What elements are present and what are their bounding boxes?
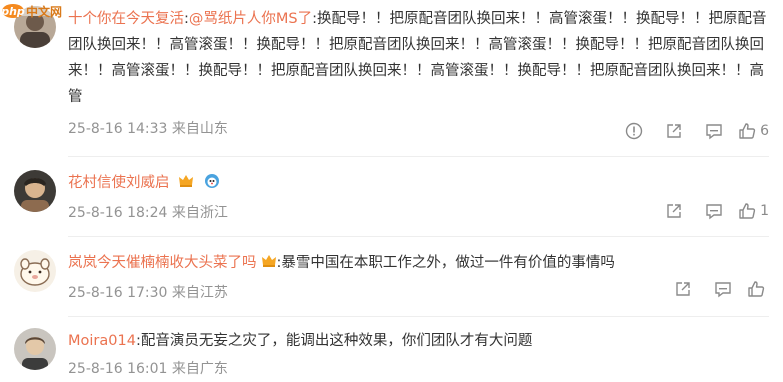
watermark-logo: php	[1, 4, 25, 18]
report-icon[interactable]	[614, 120, 654, 142]
comment-text: 十个你在今天复活:@骂纸片人你MS了:换配导！！把原配音团队换回来！！高管滚蛋！…	[68, 11, 767, 105]
comment-location: 来自江苏	[171, 285, 228, 301]
like-button[interactable]: 1	[734, 200, 769, 222]
comment-username[interactable]: Moira014	[68, 333, 136, 349]
avatar[interactable]	[14, 170, 56, 212]
share-icon[interactable]	[663, 278, 703, 300]
divider	[68, 316, 769, 317]
divider	[68, 156, 769, 157]
comment-item: Moira014:配音演员无妄之灾了，能调出这种效果，你们团队才有大问题 25-…	[0, 326, 783, 380]
comment-actions	[663, 278, 769, 300]
comment-item: 十个你在今天复活:@骂纸片人你MS了:换配导！！把原配音团队换回来！！高管滚蛋！…	[0, 0, 783, 150]
like-count: 1	[760, 203, 769, 219]
avatar[interactable]	[14, 250, 56, 292]
like-button[interactable]: 6	[734, 120, 769, 142]
crown-badge-icon	[261, 252, 277, 268]
comment-actions: 1	[654, 200, 769, 222]
comment-username[interactable]: 岚岚今天催楠楠收大头菜了吗	[68, 255, 257, 271]
divider	[68, 236, 769, 237]
comment-meta: 25-8-16 16:01 来自广东	[68, 356, 769, 382]
comment-username[interactable]: 花村信使刘威启	[68, 175, 170, 191]
share-icon[interactable]	[654, 200, 694, 222]
avatar[interactable]	[14, 328, 56, 370]
comment-location: 来自山东	[171, 121, 228, 137]
comment-item: 岚岚今天催楠楠收大头菜了吗 :暴雪中国在本职工作之外，做过一件有价值的事情吗 2…	[0, 248, 783, 310]
watermark-text: 中文网	[26, 4, 63, 19]
comment-location: 来自浙江	[171, 205, 228, 221]
thumbs-up-icon	[739, 123, 756, 139]
crown-badge-icon	[178, 172, 194, 188]
share-icon[interactable]	[654, 120, 694, 142]
thumbs-up-icon	[748, 281, 765, 297]
like-count: 6	[760, 123, 769, 139]
emoji-sticker-icon	[203, 172, 219, 188]
comment-mention[interactable]: @骂纸片人你MS了	[189, 11, 312, 27]
reply-icon[interactable]	[694, 120, 734, 142]
thumbs-up-icon	[739, 203, 756, 219]
comment-text: 花村信使刘威启	[68, 170, 769, 196]
comment-date: 25-8-16 14:33	[68, 121, 168, 137]
comment-date: 25-8-16 17:30	[68, 285, 168, 301]
comment-date: 25-8-16 18:24	[68, 205, 168, 221]
reply-icon[interactable]	[703, 278, 743, 300]
comment-date: 25-8-16 16:01	[68, 361, 168, 377]
comment-location: 来自广东	[171, 361, 228, 377]
comment-item: 花村信使刘威启 25-8-16 18:24 来自浙江 1	[0, 168, 783, 230]
comment-text: 岚岚今天催楠楠收大头菜了吗 :暴雪中国在本职工作之外，做过一件有价值的事情吗	[68, 250, 769, 276]
like-button[interactable]	[743, 278, 769, 300]
comment-content: :配音演员无妄之灾了，能调出这种效果，你们团队才有大问题	[135, 333, 533, 349]
comment-actions: 6	[614, 120, 769, 142]
comment-username[interactable]: 十个你在今天复活	[68, 11, 184, 27]
comment-text: Moira014:配音演员无妄之灾了，能调出这种效果，你们团队才有大问题	[68, 328, 769, 354]
comment-content: :暴雪中国在本职工作之外，做过一件有价值的事情吗	[276, 255, 615, 271]
site-watermark: php 中文网	[0, 0, 64, 22]
reply-icon[interactable]	[694, 200, 734, 222]
